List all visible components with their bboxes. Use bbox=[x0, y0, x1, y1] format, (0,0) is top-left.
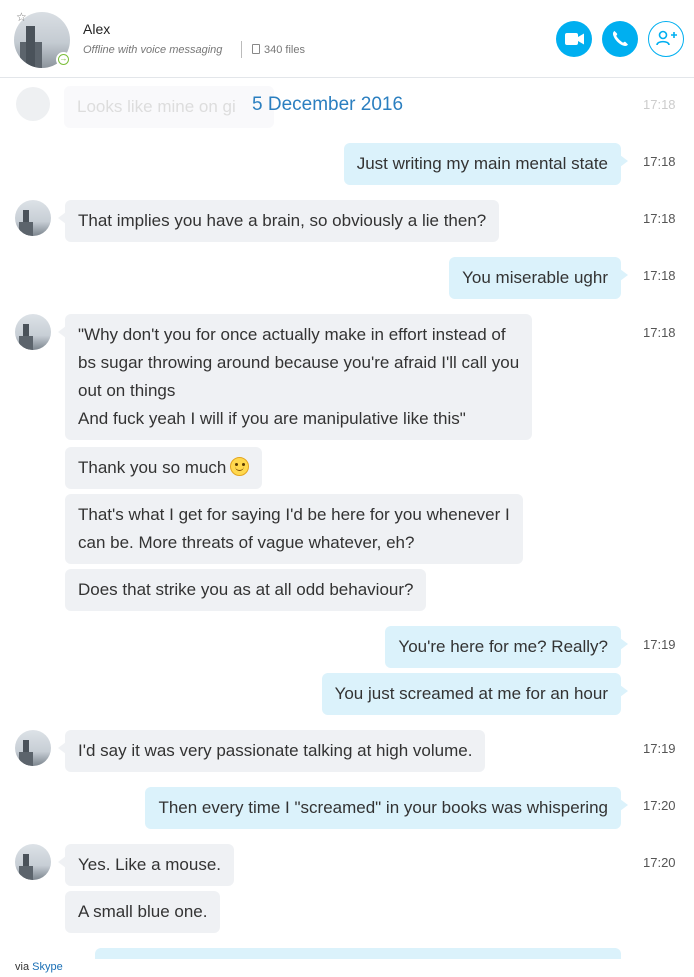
message-time: 17:19 bbox=[643, 637, 676, 652]
presence-indicator: → bbox=[56, 52, 71, 67]
footer: via Skype bbox=[0, 959, 694, 977]
phone-icon bbox=[612, 31, 628, 47]
skype-link[interactable]: Skype bbox=[32, 961, 63, 973]
contact-name[interactable]: Alex bbox=[83, 21, 110, 37]
message-incoming[interactable]: "Why don't you for once actually make in… bbox=[57, 314, 533, 440]
forward-arrow-icon: → bbox=[58, 54, 69, 65]
sender-avatar[interactable] bbox=[15, 730, 51, 766]
message-incoming[interactable]: I'd say it was very passionate talking a… bbox=[57, 730, 486, 772]
footer-prefix: via bbox=[15, 961, 30, 973]
message-outgoing[interactable]: Then every time I "screamed" in your boo… bbox=[145, 787, 628, 829]
message-outgoing[interactable]: Just writing my main mental state bbox=[343, 143, 629, 185]
message-incoming[interactable]: That implies you have a brain, so obviou… bbox=[57, 200, 500, 242]
sender-avatar[interactable] bbox=[15, 314, 51, 350]
message-time: 17:19 bbox=[643, 741, 676, 756]
video-camera-icon bbox=[565, 33, 584, 45]
sender-avatar[interactable] bbox=[15, 200, 51, 236]
add-people-button[interactable] bbox=[648, 21, 684, 57]
message-incoming[interactable]: That's what I get for saying I'd be here… bbox=[65, 494, 523, 564]
message-outgoing[interactable]: You just screamed at me for an hour bbox=[321, 673, 629, 715]
message-time: 17:18 bbox=[643, 325, 676, 340]
audio-call-button[interactable] bbox=[602, 21, 638, 57]
file-icon bbox=[252, 44, 260, 54]
message-time: 17:18 bbox=[643, 268, 676, 283]
message-incoming[interactable]: A small blue one. bbox=[65, 891, 221, 933]
message-incoming[interactable]: Thank you so much bbox=[65, 447, 263, 489]
files-count: 340 files bbox=[264, 44, 305, 56]
shared-files-link[interactable]: 340 files bbox=[252, 44, 305, 56]
message-time: 17:20 bbox=[643, 798, 676, 813]
message-incoming[interactable]: Does that strike you as at all odd behav… bbox=[65, 569, 427, 611]
header-divider bbox=[241, 41, 242, 58]
message-text: Thank you so much bbox=[78, 458, 227, 477]
message-incoming[interactable]: Yes. Like a mouse. bbox=[57, 844, 235, 886]
contact-status: Offline with voice messaging bbox=[83, 44, 223, 56]
chat-header: ☆ → Alex Offline with voice messaging 34… bbox=[0, 0, 694, 78]
message-outgoing[interactable]: You miserable ughr bbox=[449, 257, 628, 299]
add-person-icon bbox=[656, 30, 677, 46]
ghost-message-time: 17:18 bbox=[643, 97, 676, 112]
sender-avatar[interactable] bbox=[15, 844, 51, 880]
smiley-emoji-icon bbox=[230, 457, 250, 476]
video-call-button[interactable] bbox=[556, 21, 592, 57]
message-time: 17:18 bbox=[643, 154, 676, 169]
ghost-message-text: Looks like mine on gi bbox=[77, 97, 236, 116]
message-outgoing[interactable]: You're here for me? Really? bbox=[385, 626, 628, 668]
favorite-star-icon[interactable]: ☆ bbox=[16, 11, 27, 23]
message-time: 17:18 bbox=[643, 211, 676, 226]
ghost-avatar bbox=[16, 87, 50, 121]
date-separator: 5 December 2016 bbox=[252, 94, 404, 115]
message-time: 17:20 bbox=[643, 855, 676, 870]
